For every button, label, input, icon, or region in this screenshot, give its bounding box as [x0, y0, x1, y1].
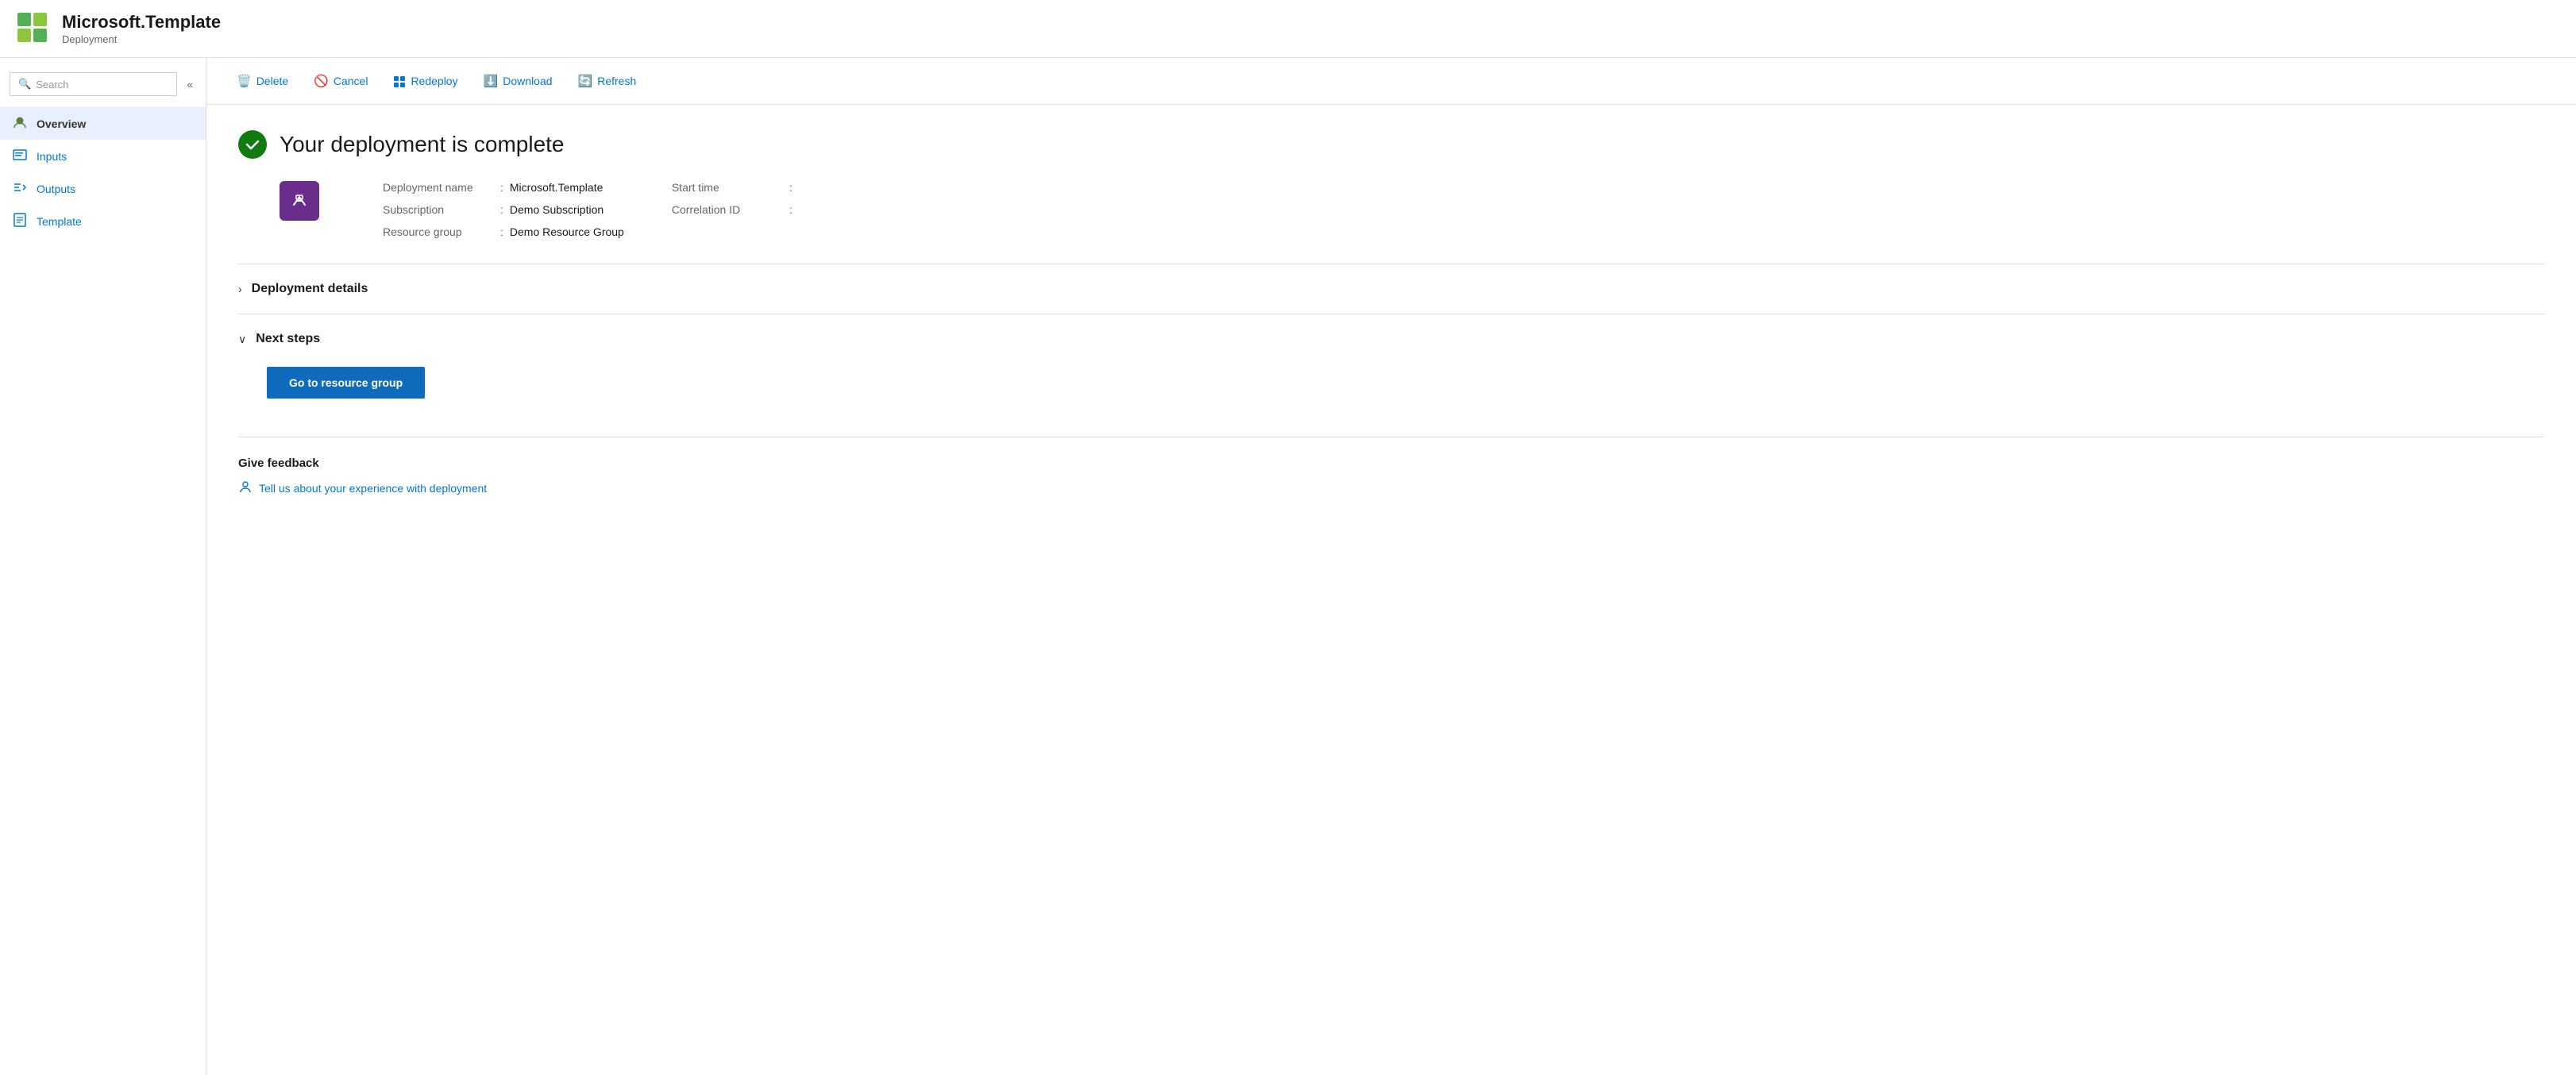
sidebar: 🔍 « Overview — [0, 58, 206, 1075]
sidebar-item-inputs[interactable]: Inputs — [0, 140, 206, 172]
header-subtitle: Deployment — [62, 33, 221, 45]
next-steps-header[interactable]: ∨ Next steps — [238, 321, 2544, 357]
feedback-link[interactable]: Tell us about your experience with deplo… — [238, 480, 2544, 496]
cancel-button[interactable]: 🚫 Cancel — [303, 67, 379, 94]
content-area: 🗑️ Delete 🚫 Cancel — [206, 58, 2576, 1075]
deployment-complete-banner: Your deployment is complete — [238, 130, 2544, 159]
deployment-fields-right: Start time : Correlation ID : — [672, 181, 799, 238]
main-content: Your deployment is complete Deployment n — [206, 105, 2576, 1075]
feedback-person-icon — [238, 480, 253, 496]
header-title: Microsoft.Template — [62, 12, 221, 33]
app-logo — [16, 11, 51, 46]
nav-items: Overview Inputs — [0, 107, 206, 237]
sidebar-item-overview[interactable]: Overview — [0, 107, 206, 140]
resource-group-row: Resource group : Demo Resource Group — [383, 225, 624, 238]
redeploy-button[interactable]: Redeploy — [382, 67, 469, 94]
correlation-id-label: Correlation ID — [672, 203, 783, 216]
download-button[interactable]: ⬇️ Download — [472, 67, 564, 94]
cancel-icon: 🚫 — [314, 74, 329, 88]
deployment-complete-title: Your deployment is complete — [280, 132, 565, 157]
start-time-row: Start time : — [672, 181, 799, 194]
deployment-details-header[interactable]: › Deployment details — [238, 271, 2544, 307]
deployment-info: Deployment name : Microsoft.Template Sub… — [280, 181, 2544, 238]
resource-group-value: Demo Resource Group — [510, 225, 624, 238]
search-container: 🔍 « — [0, 66, 206, 102]
download-icon: ⬇️ — [484, 74, 499, 88]
overview-icon — [13, 115, 27, 132]
search-input[interactable] — [36, 79, 168, 91]
deployment-resource-icon — [280, 181, 319, 221]
next-steps-chevron: ∨ — [238, 333, 246, 346]
next-steps-content: Go to resource group — [238, 357, 2544, 408]
inputs-icon — [13, 148, 27, 164]
deployment-fields-left: Deployment name : Microsoft.Template Sub… — [383, 181, 624, 238]
header: Microsoft.Template Deployment — [0, 0, 2576, 58]
sidebar-item-template[interactable]: Template — [0, 205, 206, 237]
sidebar-item-outputs-label: Outputs — [37, 183, 75, 195]
toolbar: 🗑️ Delete 🚫 Cancel — [206, 58, 2576, 105]
success-check-icon — [238, 130, 267, 159]
deployment-name-row: Deployment name : Microsoft.Template — [383, 181, 624, 194]
template-icon — [13, 213, 27, 229]
correlation-id-row: Correlation ID : — [672, 203, 799, 216]
delete-icon: 🗑️ — [237, 74, 252, 88]
next-steps-title: Next steps — [256, 332, 320, 346]
go-to-resource-group-button[interactable]: Go to resource group — [267, 367, 425, 399]
app-container: Microsoft.Template Deployment 🔍 « — [0, 0, 2576, 1075]
collapse-button[interactable]: « — [183, 75, 196, 94]
search-icon: 🔍 — [18, 78, 31, 91]
subscription-value: Demo Subscription — [510, 203, 604, 216]
sidebar-item-inputs-label: Inputs — [37, 150, 67, 163]
sidebar-item-template-label: Template — [37, 215, 82, 228]
subscription-label: Subscription — [383, 203, 494, 216]
refresh-icon: 🔄 — [578, 74, 593, 88]
delete-button[interactable]: 🗑️ Delete — [226, 67, 299, 94]
feedback-link-text: Tell us about your experience with deplo… — [259, 482, 487, 495]
feedback-title: Give feedback — [238, 457, 2544, 470]
subscription-row: Subscription : Demo Subscription — [383, 203, 624, 216]
start-time-label: Start time — [672, 181, 783, 194]
sidebar-item-overview-label: Overview — [37, 118, 86, 130]
redeploy-icon — [393, 74, 406, 87]
deployment-name-value: Microsoft.Template — [510, 181, 603, 194]
search-input-wrapper[interactable]: 🔍 — [10, 72, 177, 96]
resource-group-label: Resource group — [383, 225, 494, 238]
header-text: Microsoft.Template Deployment — [62, 12, 221, 45]
deployment-details-section: › Deployment details — [238, 271, 2544, 307]
outputs-icon — [13, 180, 27, 197]
next-steps-section: ∨ Next steps Go to resource group — [238, 321, 2544, 408]
deployment-name-label: Deployment name — [383, 181, 494, 194]
sidebar-item-outputs[interactable]: Outputs — [0, 172, 206, 205]
deployment-details-chevron: › — [238, 283, 242, 295]
feedback-section: Give feedback Tell us about your experie… — [238, 437, 2544, 496]
refresh-button[interactable]: 🔄 Refresh — [567, 67, 648, 94]
deployment-details-title: Deployment details — [252, 282, 368, 296]
main-layout: 🔍 « Overview — [0, 58, 2576, 1075]
